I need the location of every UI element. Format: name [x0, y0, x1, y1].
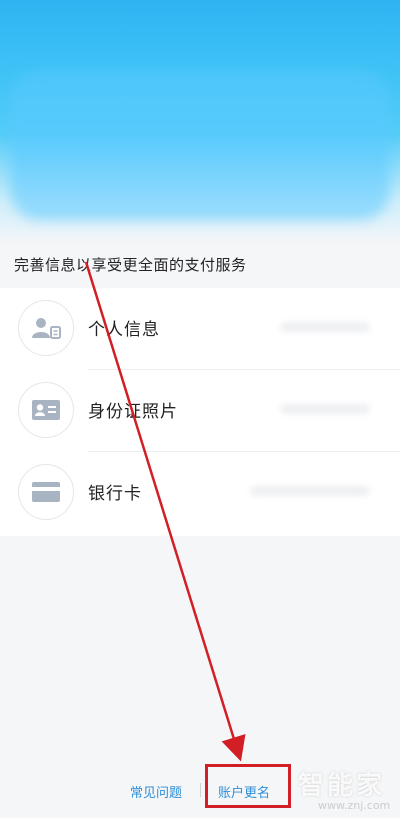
list-item-bank-card[interactable]: 银行卡 [0, 452, 400, 534]
info-subtitle: 完善信息以享受更全面的支付服务 [14, 256, 247, 274]
list-item-id-photo[interactable]: 身份证照片 [0, 370, 400, 452]
info-list: 个人信息 身份证照片 银行卡 [0, 288, 400, 536]
blurred-banner [10, 70, 390, 220]
id-card-icon [18, 382, 74, 438]
list-item-personal-info[interactable]: 个人信息 [0, 288, 400, 370]
list-item-label: 银行卡 [88, 484, 142, 504]
blurred-value [280, 404, 370, 414]
highlight-box [205, 764, 291, 808]
faq-link[interactable]: 常见问题 [130, 782, 182, 801]
watermark-url: www.znj.com [318, 799, 391, 812]
footer-separator [200, 783, 201, 797]
profile-header-blurred [0, 0, 400, 245]
bank-card-icon [18, 464, 74, 520]
person-card-icon [18, 300, 74, 356]
list-item-label: 个人信息 [88, 320, 160, 340]
blurred-value [280, 322, 370, 332]
watermark-title: 智能家 [298, 771, 386, 801]
watermark: 智能家 www.znj.com [296, 765, 396, 813]
blurred-value [250, 486, 370, 496]
list-item-label: 身份证照片 [88, 402, 178, 422]
